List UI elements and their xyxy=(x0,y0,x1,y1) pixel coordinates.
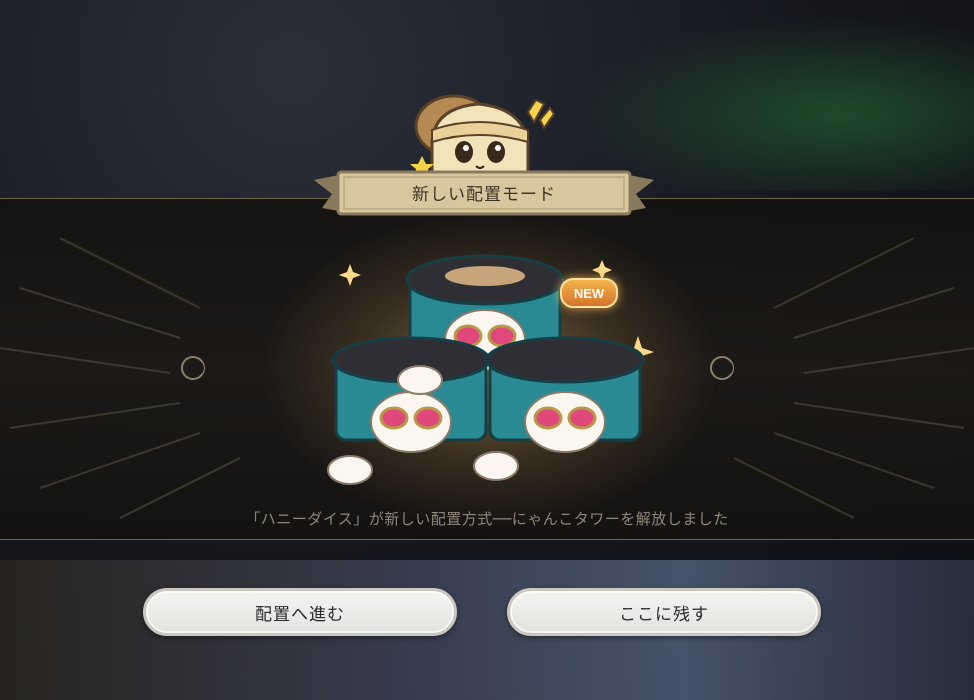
crescent-moon-icon xyxy=(710,356,734,380)
proceed-to-placement-button[interactable]: 配置へ進む xyxy=(143,588,457,636)
background-glow xyxy=(520,0,974,190)
background-lower xyxy=(0,560,974,700)
crescent-moon-icon xyxy=(181,356,205,380)
unlock-message: 「ハニーダイス」が新しい配置方式──にゃんこタワーを解放しました xyxy=(245,510,729,528)
dialog-title: 新しい配置モード xyxy=(412,184,556,205)
stay-here-button[interactable]: ここに残す xyxy=(507,588,821,636)
new-badge: NEW xyxy=(560,278,618,308)
sparkle-icon xyxy=(592,260,612,280)
sparkle-icon xyxy=(339,264,361,286)
